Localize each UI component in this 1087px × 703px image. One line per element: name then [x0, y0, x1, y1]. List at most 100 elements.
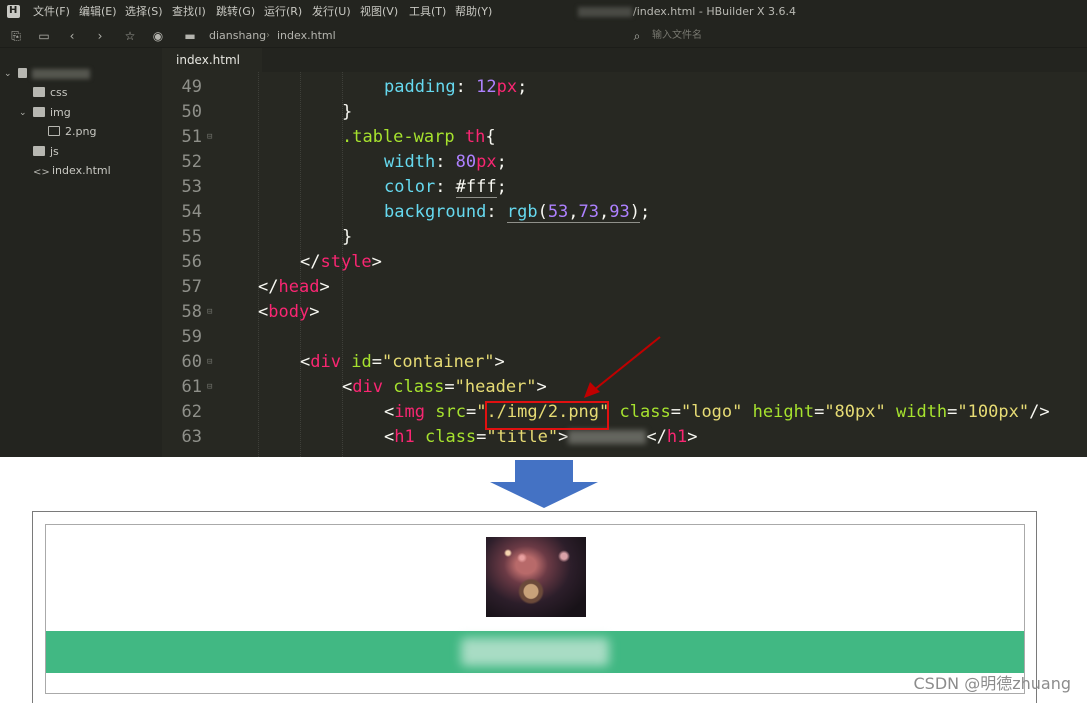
- sidebar-item-2png[interactable]: 2.png: [48, 123, 96, 141]
- menu-run[interactable]: 运行(R): [264, 0, 302, 24]
- chevron-down-icon: ⌄: [19, 108, 27, 118]
- browser-preview: [32, 511, 1037, 703]
- code-token: 73: [578, 202, 600, 222]
- code-token: class: [424, 427, 477, 447]
- code-token: div: [352, 377, 383, 397]
- fold-icon[interactable]: ⊟: [207, 300, 212, 325]
- code-line-49: 49 padding: 12px;: [162, 75, 1087, 100]
- sidebar-item-label: 2.png: [65, 125, 97, 138]
- code-token: style: [320, 252, 372, 272]
- line-number: 56: [181, 252, 202, 272]
- line-number: 61: [181, 377, 202, 397]
- menu-edit[interactable]: 编辑(E): [79, 0, 117, 24]
- code-line-57: 57 </head>: [162, 275, 1087, 300]
- fold-icon[interactable]: ⊟: [207, 350, 212, 375]
- code-token: background: [384, 202, 487, 222]
- line-number: 57: [181, 277, 202, 297]
- menu-publish[interactable]: 发行(U): [312, 0, 351, 24]
- menu-help[interactable]: 帮助(Y): [455, 0, 492, 24]
- code-token: "80px": [824, 402, 886, 422]
- code-token: h1: [666, 427, 688, 447]
- code-token: th: [464, 127, 486, 147]
- line-number: 52: [181, 152, 202, 172]
- blurred-project-path: [578, 7, 632, 17]
- menu-find[interactable]: 查找(I): [172, 0, 206, 24]
- line-number: 59: [181, 327, 202, 347]
- line-number: 51: [181, 127, 202, 147]
- code-token: px: [496, 77, 518, 97]
- hbuilder-editor-window: 文件(F) 编辑(E) 选择(S) 查找(I) 跳转(G) 运行(R) 发行(U…: [0, 0, 1087, 457]
- window-title: /index.html - HBuilder X 3.6.4: [578, 0, 796, 24]
- line-number: 60: [181, 352, 202, 372]
- code-line-58: 58 ⊟ <body>: [162, 300, 1087, 325]
- blurred-project-name: [32, 69, 90, 79]
- menu-select[interactable]: 选择(S): [125, 0, 163, 24]
- new-file-icon[interactable]: ⎘: [8, 28, 24, 44]
- annotation-arrow-icon: [584, 336, 661, 398]
- forward-icon[interactable]: ›: [92, 28, 108, 44]
- file-search-icon: ⌕: [633, 29, 641, 43]
- folder-icon: [33, 107, 45, 117]
- code-token: src: [435, 402, 466, 422]
- sidebar-item-img[interactable]: ⌄ img: [19, 104, 71, 122]
- code-token: height: [752, 402, 815, 422]
- code-line-53: 53 color: #fff;: [162, 175, 1087, 200]
- file-search-input[interactable]: 输入文件名: [652, 24, 702, 48]
- watermark: CSDN @明德zhuang: [913, 674, 1072, 693]
- code-token: 12: [476, 77, 497, 97]
- code-file-icon: <>: [33, 167, 50, 178]
- code-token: 53: [547, 202, 569, 222]
- sidebar-item-js[interactable]: js: [33, 143, 59, 161]
- code-token: }: [342, 102, 353, 122]
- code-token: .table-warp: [342, 127, 455, 147]
- menu-file[interactable]: 文件(F): [33, 0, 70, 24]
- hbuilder-logo-icon: [7, 0, 20, 23]
- folder-icon: ▬: [184, 29, 196, 43]
- sidebar-item-css[interactable]: css: [33, 84, 68, 102]
- code-line-50: 50 }: [162, 100, 1087, 125]
- code-token: img: [394, 402, 425, 422]
- image-file-icon: [48, 126, 60, 136]
- star-icon[interactable]: ☆: [122, 28, 138, 44]
- line-number: 63: [181, 427, 202, 447]
- sidebar-item-index-html[interactable]: <> index.html: [33, 162, 111, 180]
- project-root[interactable]: ⌄: [4, 65, 90, 83]
- breadcrumb-file[interactable]: index.html: [277, 24, 336, 48]
- toolbar: ⎘ ▭ ‹ › ☆ ◉ ▬ dianshang › index.html ⌕ 输…: [0, 24, 1087, 48]
- back-icon[interactable]: ‹: [64, 28, 80, 44]
- blurred-title-text: [461, 638, 609, 666]
- tab-index-html[interactable]: index.html: [162, 48, 262, 72]
- code-token: rgb: [506, 202, 538, 222]
- line-number: 54: [181, 202, 202, 222]
- run-icon[interactable]: ◉: [150, 28, 166, 44]
- fold-icon[interactable]: ⊟: [207, 375, 212, 400]
- code-token: id: [351, 352, 372, 372]
- folder-icon: [33, 87, 45, 97]
- save-icon[interactable]: ▭: [36, 28, 52, 44]
- sidebar-item-label: index.html: [52, 164, 111, 177]
- line-number: 53: [181, 177, 202, 197]
- code-line-54: 54 background: rgb(53,73,93);: [162, 200, 1087, 225]
- menu-goto[interactable]: 跳转(G): [216, 0, 255, 24]
- line-number: 58: [181, 302, 202, 322]
- code-token: class: [619, 402, 671, 422]
- fold-icon[interactable]: ⊟: [207, 125, 212, 150]
- menu-tools[interactable]: 工具(T): [409, 0, 446, 24]
- code-line-52: 52 width: 80px;: [162, 150, 1087, 175]
- line-number: 50: [181, 102, 202, 122]
- code-token: "container": [381, 352, 495, 372]
- breadcrumb-separator-icon: ›: [266, 30, 270, 41]
- menu-view[interactable]: 视图(V): [360, 0, 398, 24]
- title-banner: [46, 631, 1024, 673]
- code-token: "100px": [957, 402, 1030, 422]
- window-title-text: /index.html - HBuilder X 3.6.4: [633, 5, 797, 18]
- code-line-51: 51 ⊟ .table-warp th{: [162, 125, 1087, 150]
- code-token: padding: [384, 77, 456, 97]
- breadcrumb-project[interactable]: dianshang: [209, 24, 266, 48]
- code-line-63: 63 <h1 class="title"> </h1>: [162, 425, 1087, 450]
- preview-container: [45, 524, 1025, 694]
- code-token: "logo": [680, 402, 743, 422]
- sidebar-item-label: img: [50, 106, 71, 119]
- code-token: head: [278, 277, 320, 297]
- sidebar-item-label: js: [50, 145, 59, 158]
